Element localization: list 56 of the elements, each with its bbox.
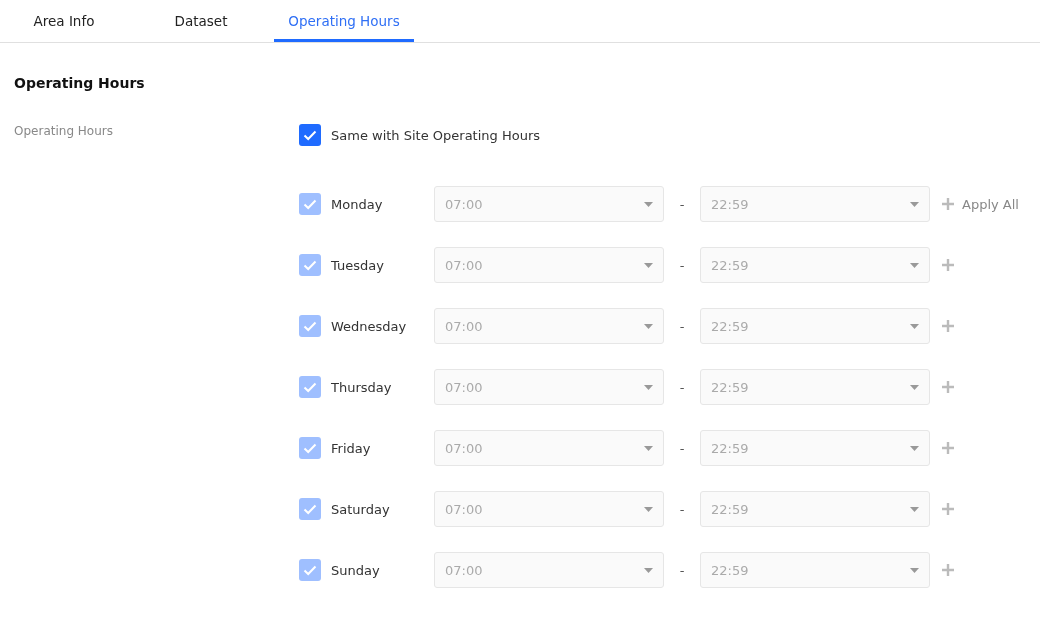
day-label: Friday xyxy=(331,440,372,456)
caret-icon xyxy=(644,201,653,207)
day-label: Monday xyxy=(331,196,384,212)
separator: - xyxy=(678,440,686,456)
caret-icon xyxy=(910,262,919,268)
day-label: Saturday xyxy=(331,501,391,517)
check-icon xyxy=(303,442,317,454)
check-icon xyxy=(303,564,317,576)
add-button[interactable] xyxy=(942,320,954,332)
caret-icon xyxy=(910,567,919,573)
add-button[interactable] xyxy=(942,442,954,454)
separator: - xyxy=(678,318,686,334)
tab[interactable]: Operating Hours xyxy=(274,0,414,42)
plus-icon xyxy=(942,198,954,210)
caret-icon xyxy=(644,506,653,512)
separator: - xyxy=(678,196,686,212)
caret-icon xyxy=(910,445,919,451)
caret-icon xyxy=(644,567,653,573)
check-icon xyxy=(303,198,317,210)
separator: - xyxy=(678,379,686,395)
field-label: Operating Hours xyxy=(14,123,114,140)
tab[interactable]: Area Info xyxy=(0,0,128,42)
plus-icon xyxy=(942,381,954,393)
day-label: Sunday xyxy=(331,562,381,578)
plus-icon xyxy=(942,259,954,271)
caret-icon xyxy=(910,323,919,329)
plus-icon xyxy=(942,442,954,454)
caret-icon xyxy=(910,506,919,512)
plus-icon xyxy=(942,320,954,332)
day-label: Wednesday xyxy=(331,318,408,334)
plus-icon xyxy=(942,503,954,515)
add-button[interactable] xyxy=(942,259,954,271)
caret-icon xyxy=(644,384,653,390)
separator: - xyxy=(678,562,686,578)
caret-icon xyxy=(910,384,919,390)
check-icon xyxy=(303,381,317,393)
add-button[interactable] xyxy=(942,564,954,576)
tab[interactable]: Dataset xyxy=(128,0,274,42)
check-icon xyxy=(303,503,317,515)
checkbox[interactable] xyxy=(299,124,321,146)
separator: - xyxy=(678,257,686,273)
separator: - xyxy=(678,501,686,517)
checkbox-label: Same with Site Operating Hours xyxy=(331,127,541,143)
check-icon xyxy=(303,320,317,332)
plus-icon xyxy=(942,564,954,576)
check-icon xyxy=(303,259,317,271)
add-button[interactable] xyxy=(942,381,954,393)
day-label: Thursday xyxy=(331,379,393,395)
caret-icon xyxy=(910,201,919,207)
caret-icon xyxy=(644,262,653,268)
day-label: Tuesday xyxy=(331,257,385,273)
section-title: Operating Hours xyxy=(14,75,146,91)
add-button[interactable] xyxy=(942,503,954,515)
check-icon xyxy=(303,129,317,141)
caret-icon xyxy=(644,445,653,451)
caret-icon xyxy=(644,323,653,329)
